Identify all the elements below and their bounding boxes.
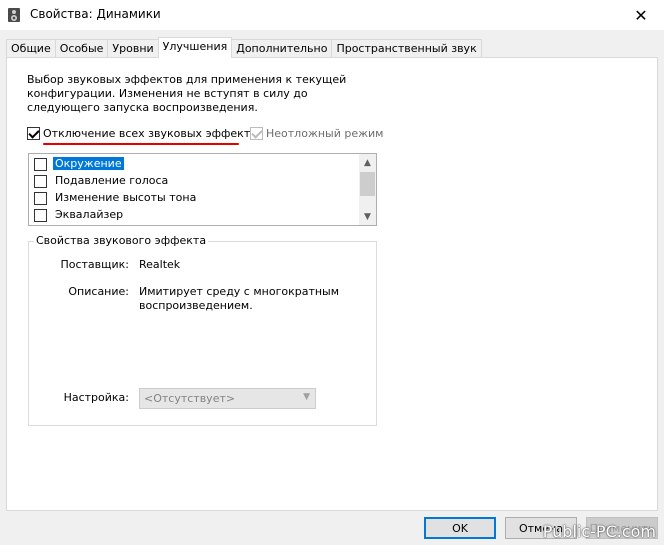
- cancel-button[interactable]: Отмена: [505, 517, 577, 539]
- setting-dropdown: <Отсутствует> ▼: [139, 388, 316, 409]
- speaker-icon: [8, 8, 20, 22]
- provider-label: Поставщик:: [60, 258, 129, 271]
- effects-scrollbar[interactable]: ▲ ▼: [359, 154, 376, 225]
- effect-checkbox[interactable]: [34, 158, 47, 171]
- description-value-line2: воспроизведением.: [139, 299, 253, 312]
- description-value-line1: Имитирует среду с многократным: [139, 285, 340, 298]
- apply-button: Применить: [586, 517, 658, 539]
- tab-enhancements[interactable]: Улучшения: [157, 37, 233, 58]
- scroll-down-button[interactable]: ▼: [359, 208, 376, 225]
- effect-label[interactable]: Подавление голоса: [53, 174, 170, 187]
- effect-properties-group: Свойства звукового эффекта Поставщик: Re…: [28, 234, 377, 426]
- effect-checkbox[interactable]: [34, 209, 47, 222]
- ok-button[interactable]: OK: [424, 517, 496, 539]
- effect-label[interactable]: Эквалайзер: [53, 208, 125, 221]
- description-label: Описание:: [68, 285, 129, 298]
- chevron-up-icon: ▲: [364, 157, 371, 168]
- effects-list[interactable]: Окружение Подавление голоса Изменение вы…: [28, 153, 377, 226]
- chevron-down-icon: ▼: [303, 392, 310, 402]
- effect-properties-title: Свойства звукового эффекта: [34, 234, 209, 247]
- close-button[interactable]: ✕: [618, 0, 664, 30]
- provider-value: Realtek: [139, 258, 181, 271]
- enhancements-description: Выбор звуковых эффектов для применения к…: [27, 73, 347, 114]
- disable-all-effects-checkbox[interactable]: [27, 127, 40, 140]
- tab-custom[interactable]: Особые: [54, 39, 109, 58]
- tab-advanced[interactable]: Дополнительно: [231, 39, 333, 58]
- effect-checkbox[interactable]: [34, 175, 47, 188]
- tab-spatial-sound[interactable]: Пространственный звук: [331, 39, 482, 58]
- tab-general[interactable]: Общие: [6, 39, 56, 58]
- enhancements-panel: Выбор звуковых эффектов для применения к…: [6, 57, 658, 511]
- immediate-mode-checkbox: [250, 127, 263, 140]
- scroll-up-button[interactable]: ▲: [359, 154, 376, 171]
- close-icon: ✕: [634, 5, 648, 25]
- disable-all-effects-label[interactable]: Отключение всех звуковых эффектов: [43, 127, 263, 140]
- effect-label[interactable]: Изменение высоты тона: [53, 191, 198, 204]
- setting-label: Настройка:: [63, 391, 129, 404]
- effect-label[interactable]: Окружение: [53, 157, 124, 170]
- immediate-mode-label: Неотложный режим: [266, 127, 384, 140]
- tab-bar: Общие Особые Уровни Улучшения Дополнител…: [6, 37, 482, 58]
- effect-checkbox[interactable]: [34, 192, 47, 205]
- window-title: Свойства: Динамики: [30, 7, 161, 21]
- tab-levels[interactable]: Уровни: [107, 39, 159, 58]
- annotation-underline: [43, 143, 239, 145]
- setting-dropdown-value: <Отсутствует>: [144, 392, 236, 405]
- scroll-thumb[interactable]: [360, 172, 375, 196]
- title-bar: Свойства: Динамики ✕: [0, 0, 664, 30]
- chevron-down-icon: ▼: [364, 211, 371, 222]
